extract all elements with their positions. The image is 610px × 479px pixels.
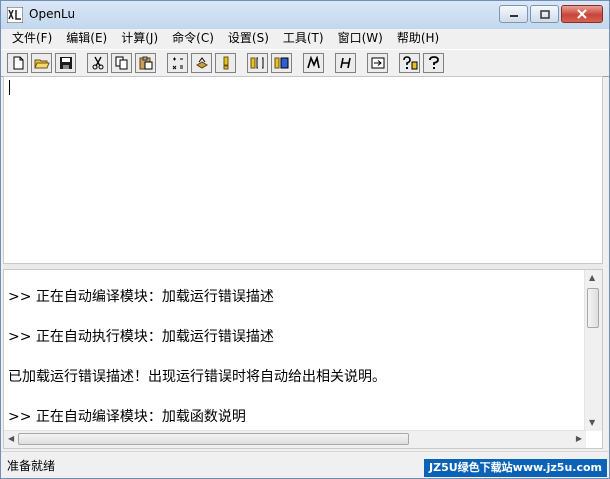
menu-bar: 文件(F) 编辑(E) 计算(J) 命令(C) 设置(S) 工具(T) 窗口(W… [1, 29, 609, 48]
output-line: >> 正在自动编译模块：加载函数说明 [8, 409, 246, 425]
bracket-tool-icon [250, 57, 263, 69]
new-file-icon [13, 56, 23, 70]
maximize-icon [539, 9, 550, 19]
italic-m-icon [306, 56, 320, 69]
site-watermark: JZ5U绿色下载站www.jz5u.com [424, 459, 607, 477]
help-grid-button[interactable] [399, 53, 420, 73]
output-pane[interactable]: >> 正在自动编译模块：加载运行错误描述 >> 正在自动执行模块：加载运行错误描… [3, 269, 603, 449]
paste-icon [139, 56, 152, 70]
compile-button[interactable] [191, 53, 212, 73]
menu-file[interactable]: 文件(F) [5, 29, 59, 48]
scroll-right-icon[interactable]: ▶ [576, 434, 582, 444]
compute-icon [172, 57, 183, 70]
text-caret [9, 80, 10, 95]
cut-icon [92, 56, 103, 70]
help-icon [428, 56, 439, 69]
scroll-down-icon[interactable]: ▼ [589, 418, 595, 428]
select-tool-button[interactable] [271, 53, 292, 73]
menu-help[interactable]: 帮助(H) [390, 29, 446, 48]
code-editor[interactable] [3, 76, 603, 264]
status-text: 准备就绪 [7, 459, 56, 473]
compile-icon [195, 57, 208, 69]
compute-button[interactable] [167, 53, 188, 73]
menu-command[interactable]: 命令(C) [165, 29, 221, 48]
exclamation-icon [223, 56, 228, 70]
open-folder-icon [33, 59, 50, 69]
help-grid-icon [402, 56, 417, 70]
close-button[interactable] [561, 5, 603, 23]
horizontal-scrollbar[interactable]: ◀ ▶ [4, 430, 586, 448]
menu-edit[interactable]: 编辑(E) [59, 29, 114, 48]
scroll-up-icon[interactable]: ▲ [589, 273, 595, 283]
arrow-box-button[interactable] [367, 53, 388, 73]
menu-window[interactable]: 窗口(W) [331, 29, 390, 48]
save-button[interactable] [55, 53, 76, 73]
help-button[interactable] [423, 53, 444, 73]
vertical-scroll-thumb[interactable] [587, 288, 599, 328]
status-bar: 准备就绪 JZ5U绿色下载站www.jz5u.com [1, 451, 609, 478]
output-line: >> 正在自动执行模块：加载运行错误描述 [8, 329, 274, 345]
italic-h-button[interactable] [335, 53, 356, 73]
paste-button[interactable] [135, 53, 156, 73]
run-button[interactable] [215, 53, 236, 73]
app-window: OpenLu 文件(F) 编辑(E) 计算(J) 命令(C) 设置(S) 工具(… [0, 0, 610, 479]
horizontal-scroll-thumb[interactable] [18, 433, 409, 445]
minimize-button[interactable] [499, 5, 528, 23]
arrow-box-icon [371, 57, 384, 69]
open-button[interactable] [31, 53, 52, 73]
close-icon [577, 9, 587, 19]
maximize-button[interactable] [530, 5, 559, 23]
save-icon [59, 57, 72, 69]
window-title: OpenLu [29, 7, 76, 21]
italic-h-icon [339, 57, 351, 69]
cut-button[interactable] [87, 53, 108, 73]
toolbar [1, 49, 609, 77]
bracket-tool-button[interactable] [247, 53, 268, 73]
output-line: 已加载运行错误描述！出现运行错误时将自动给出相关说明。 [8, 369, 386, 385]
title-bar[interactable]: OpenLu [1, 1, 609, 29]
app-logo-icon [7, 7, 23, 23]
scroll-left-icon[interactable]: ◀ [8, 434, 14, 444]
vertical-scrollbar[interactable]: ▲ ▼ [584, 270, 602, 431]
select-tool-icon [274, 57, 288, 69]
menu-tools[interactable]: 工具(T) [276, 29, 331, 48]
italic-m-button[interactable] [303, 53, 324, 73]
new-file-button[interactable] [7, 53, 28, 73]
copy-button[interactable] [111, 53, 132, 73]
output-line: >> 正在自动编译模块：加载运行错误描述 [8, 289, 274, 305]
menu-settings[interactable]: 设置(S) [221, 29, 276, 48]
minimize-icon [509, 15, 518, 17]
copy-icon [115, 56, 127, 70]
menu-compute[interactable]: 计算(J) [114, 29, 165, 48]
